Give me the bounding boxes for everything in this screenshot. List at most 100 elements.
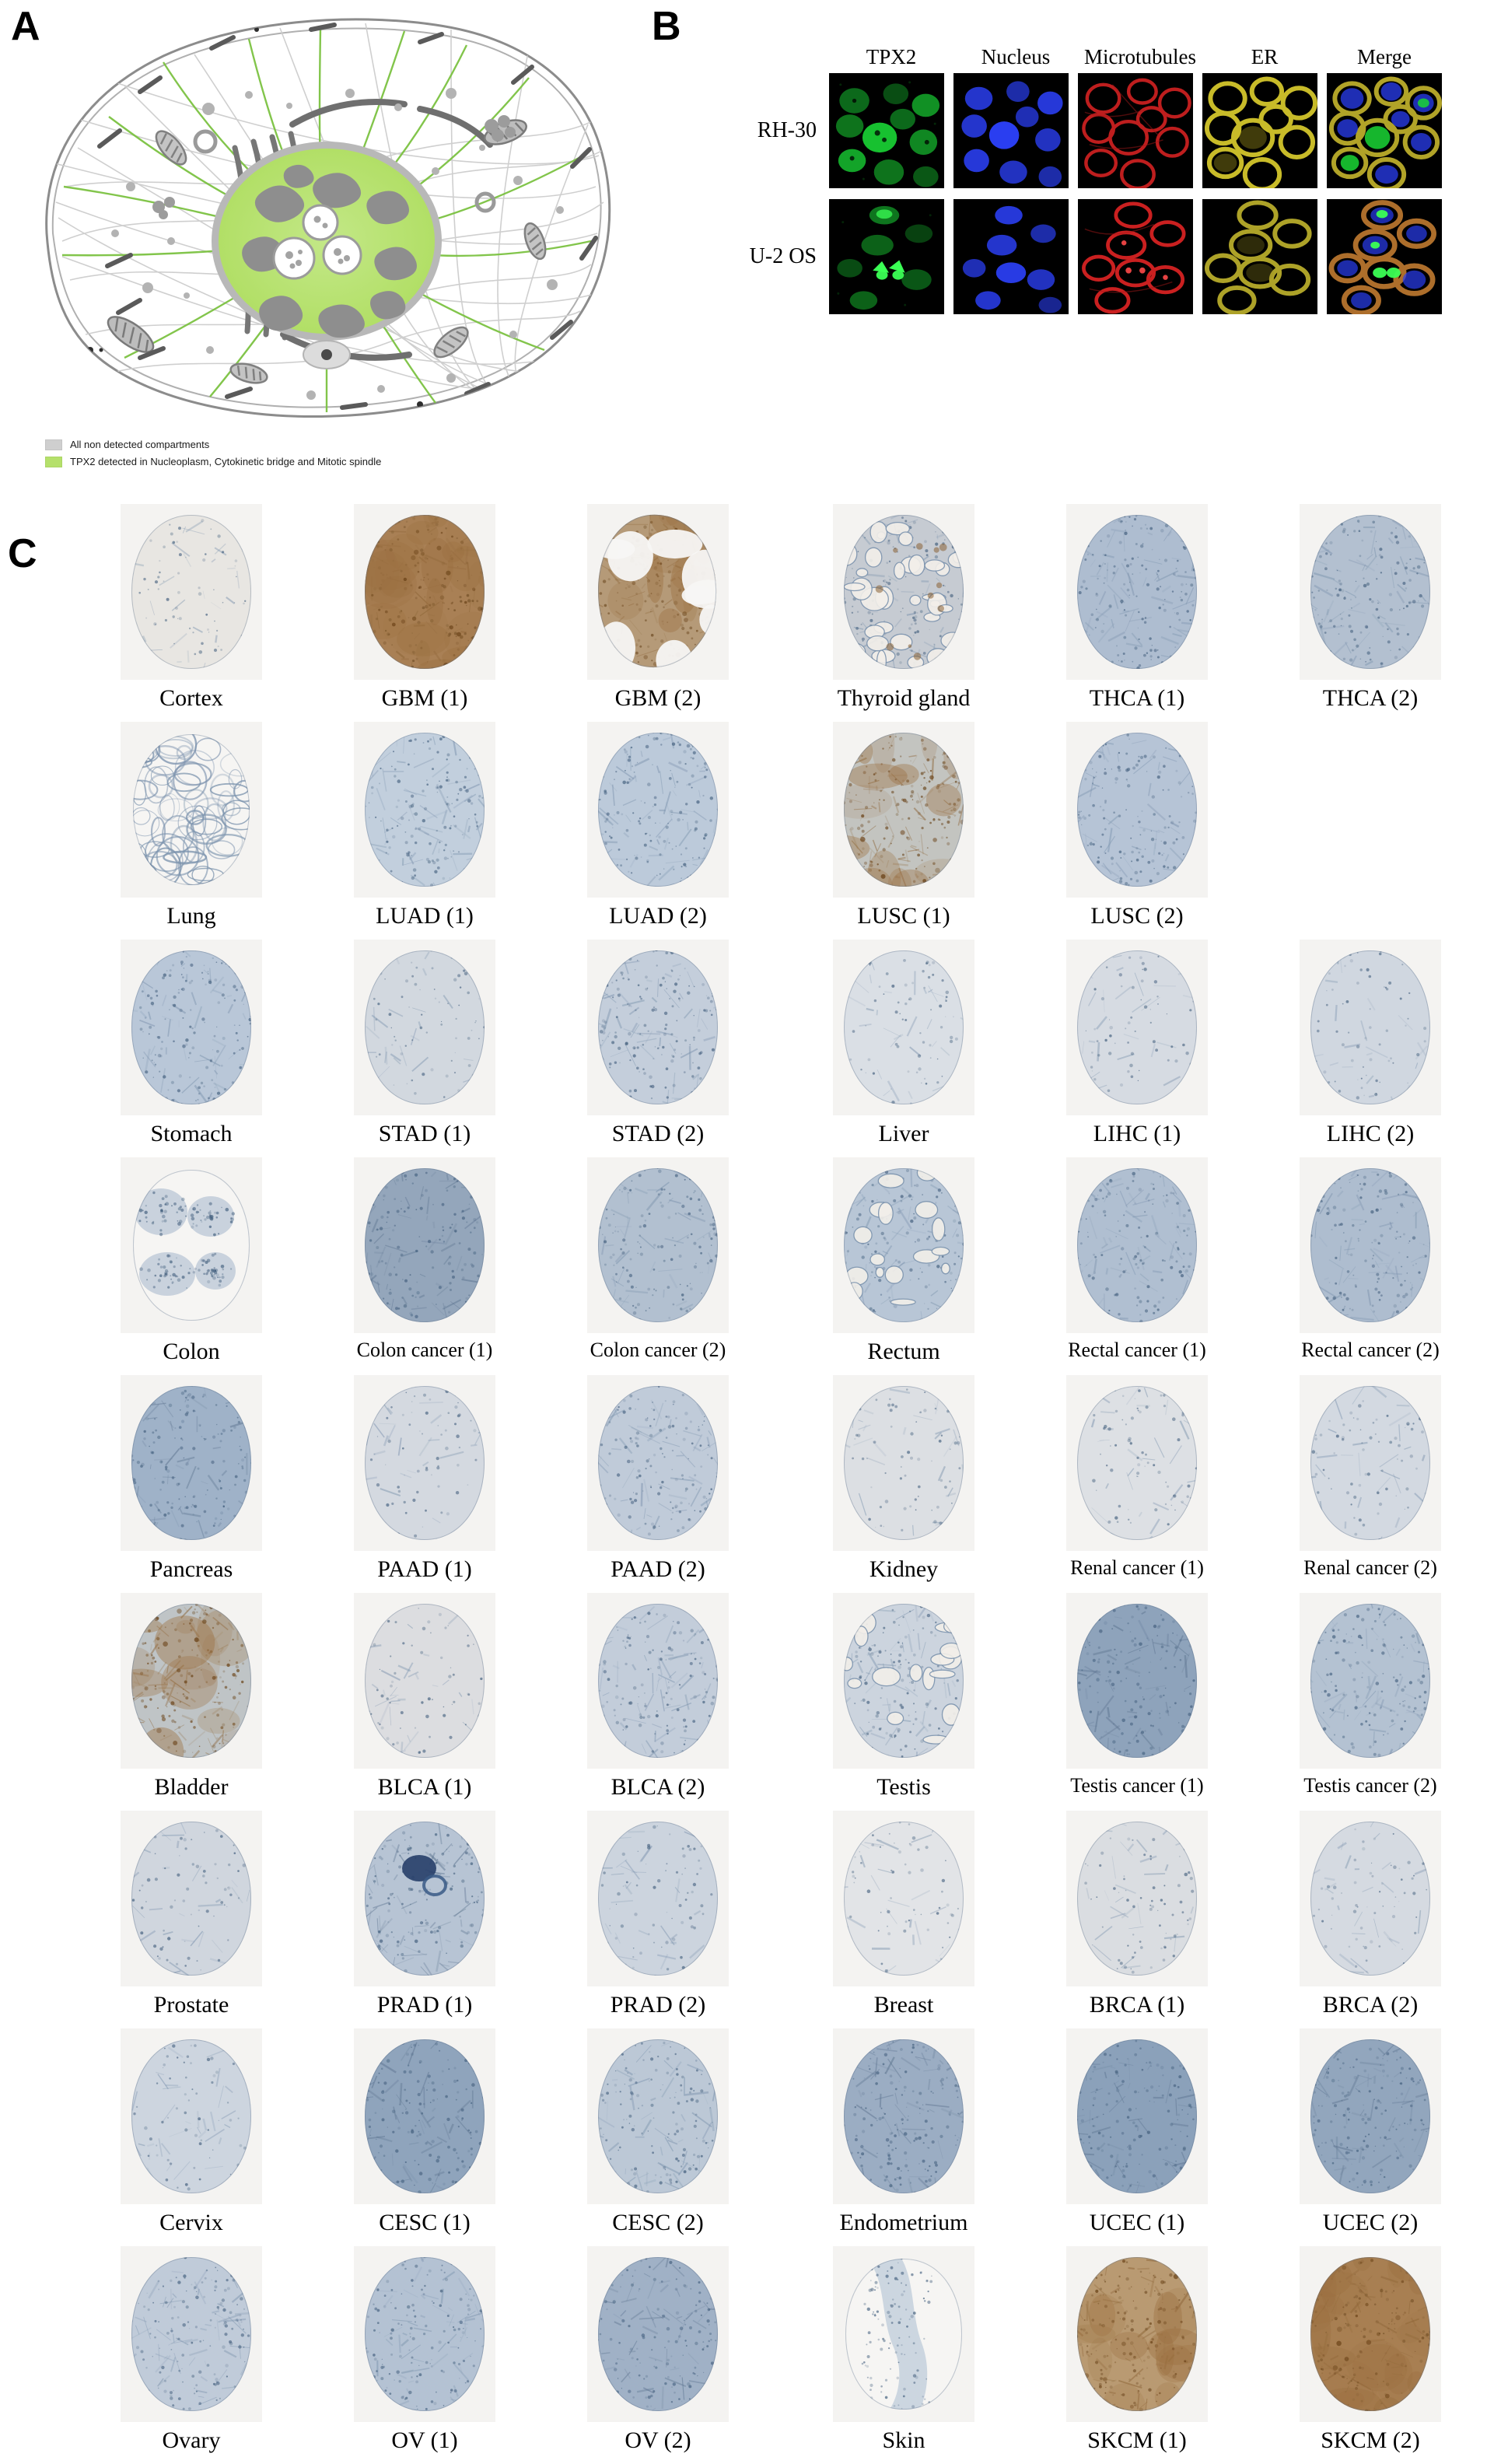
ihc-cell-brca-1: BRCA (1) (1020, 1811, 1254, 2017)
ihc-label-gbm-1: GBM (1) (381, 685, 468, 711)
ihc-label-cesc-2: CESC (2) (612, 2210, 704, 2235)
ihc-cell-thca-2: THCA (2) (1254, 504, 1487, 710)
ihc-label-liver: Liver (878, 1121, 929, 1146)
cell-diagram (16, 8, 638, 428)
ihc-image-lung (121, 722, 262, 898)
ihc-label-colon: Colon (163, 1339, 220, 1364)
ihc-cell-lung: Lung (75, 722, 308, 928)
ihc-cell-lusc-2: LUSC (2) (1020, 722, 1254, 928)
ihc-row: Cervix CESC (1) CESC (2) Endometrium UCEC (1… (75, 2028, 1508, 2246)
ihc-row: Cortex GBM (1) GBM (2) Thyroid gland THCA (1… (75, 504, 1508, 722)
ihc-cell-thyroid-gland: Thyroid gland (787, 504, 1020, 710)
ihc-cell-bladder: Bladder (75, 1593, 308, 1799)
ihc-image-stad-2 (587, 940, 729, 1115)
ihc-label-blca-2: BLCA (2) (611, 1774, 705, 1800)
ihc-image-prostate (121, 1811, 262, 1986)
if-row-rh30: RH-30 (737, 73, 1442, 188)
ihc-cell-skin: Skin (787, 2246, 1020, 2452)
if-col-header-er: ER (1251, 45, 1279, 68)
ihc-image-ov-1 (354, 2246, 495, 2422)
panel-b: B TPX2 Nucleus Microtubules ER Merge RH-… (652, 0, 1508, 451)
ihc-image-skin (833, 2246, 974, 2422)
ihc-image-stad-1 (354, 940, 495, 1115)
ihc-image-ucec-2 (1300, 2028, 1441, 2204)
ihc-label-thca-1: THCA (1) (1089, 685, 1185, 711)
ihc-label-paad-1: PAAD (1) (377, 1556, 472, 1582)
ihc-label-lusc-1: LUSC (1) (857, 903, 950, 929)
ihc-image-rectum (833, 1157, 974, 1333)
if-col-header-microtubules: Microtubules (1084, 45, 1196, 68)
legend-swatch-not-detected (45, 439, 62, 450)
ihc-label-renal-cancer-2: Renal cancer (2) (1303, 1556, 1437, 1579)
ihc-image-thyroid-gland (833, 504, 974, 680)
ihc-row: Colon Colon cancer (1) Colon cancer (2) Rec… (75, 1157, 1508, 1375)
ihc-cell-lihc-1: LIHC (1) (1020, 940, 1254, 1146)
ihc-cell-rectal-cancer-2: Rectal cancer (2) (1254, 1157, 1487, 1360)
ihc-label-ucec-2: UCEC (2) (1322, 2210, 1419, 2235)
ihc-cell-testis-cancer-2: Testis cancer (2) (1254, 1593, 1487, 1796)
if-col-header-nucleus: Nucleus (981, 45, 1051, 68)
ihc-label-testis: Testis (876, 1774, 931, 1800)
ihc-image-lusc-2 (1066, 722, 1208, 898)
panel-c-letter: C (8, 531, 37, 576)
ihc-cell-paad-2: PAAD (2) (541, 1375, 775, 1581)
ihc-label-thca-2: THCA (2) (1322, 685, 1419, 711)
ihc-label-stad-1: STAD (1) (378, 1121, 471, 1146)
ihc-label-cesc-1: CESC (1) (379, 2210, 471, 2235)
ihc-image-testis (833, 1593, 974, 1769)
ihc-image-cortex (121, 504, 262, 680)
if-row-label-rh30: RH-30 (757, 118, 817, 142)
ihc-cell-ovary: Ovary (75, 2246, 308, 2452)
ihc-cell-blca-2: BLCA (2) (541, 1593, 775, 1799)
ihc-label-skin: Skin (882, 2427, 925, 2453)
ihc-cell-lusc-1: LUSC (1) (787, 722, 1020, 928)
ihc-cell-luad-2: LUAD (2) (541, 722, 775, 928)
legend-item-detected: TPX2 detected in Nucleoplasm, Cytokineti… (45, 454, 590, 469)
ihc-row: Stomach STAD (1) STAD (2) Liver LIHC (1) LIHC… (75, 940, 1508, 1157)
ihc-image-luad-2 (587, 722, 729, 898)
panel-c: C Cortex GBM (1) GBM (2) Thyroid gland THCA … (0, 498, 1508, 2459)
ihc-cell-testis-cancer-1: Testis cancer (1) (1020, 1593, 1254, 1796)
ihc-image-colon-cancer-1 (354, 1157, 495, 1333)
ihc-cell-stomach: Stomach (75, 940, 308, 1146)
ihc-label-renal-cancer-1: Renal cancer (1) (1070, 1556, 1204, 1579)
ihc-image-skcm-1 (1066, 2246, 1208, 2422)
ihc-image-breast (833, 1811, 974, 1986)
ihc-label-rectal-cancer-2: Rectal cancer (2) (1301, 1339, 1440, 1361)
if-image-rh30-tpx2 (829, 73, 944, 188)
ihc-label-lusc-2: LUSC (2) (1090, 903, 1184, 929)
ihc-image-prad-2 (587, 1811, 729, 1986)
ihc-label-prad-2: PRAD (2) (610, 1992, 706, 2018)
if-column-headers: TPX2 Nucleus Microtubules ER Merge (829, 47, 1442, 73)
ihc-image-brca-2 (1300, 1811, 1441, 1986)
ihc-cell-cortex: Cortex (75, 504, 308, 710)
ihc-cell-thca-1: THCA (1) (1020, 504, 1254, 710)
ihc-label-lihc-1: LIHC (1) (1093, 1121, 1181, 1146)
ihc-label-ov-1: OV (1) (391, 2427, 458, 2453)
ihc-cell-ov-1: OV (1) (308, 2246, 541, 2452)
ihc-label-testis-cancer-1: Testis cancer (1) (1070, 1774, 1204, 1797)
if-col-header-tpx2: TPX2 (866, 45, 917, 68)
ihc-cell-gbm-2: GBM (2) (541, 504, 775, 710)
ihc-label-skcm-2: SKCM (2) (1321, 2427, 1420, 2453)
ihc-cell-cesc-2: CESC (2) (541, 2028, 775, 2235)
ihc-cell-skcm-2: SKCM (2) (1254, 2246, 1487, 2452)
ihc-cell-colon: Colon (75, 1157, 308, 1363)
if-col-header-merge: Merge (1357, 45, 1412, 68)
ihc-label-ucec-1: UCEC (1) (1089, 2210, 1185, 2235)
ihc-image-empty (1300, 722, 1441, 898)
ihc-image-bladder (121, 1593, 262, 1769)
ihc-cell-ov-2: OV (2) (541, 2246, 775, 2452)
if-image-rh30-er (1202, 73, 1317, 188)
ihc-cell-gbm-1: GBM (1) (308, 504, 541, 710)
ihc-cell-empty (1254, 722, 1487, 898)
ihc-cell-pancreas: Pancreas (75, 1375, 308, 1581)
if-image-u2os-er (1202, 199, 1317, 314)
ihc-label-endometrium: Endometrium (839, 2210, 968, 2235)
ihc-label-thyroid-gland: Thyroid gland (837, 685, 971, 711)
ihc-image-ucec-1 (1066, 2028, 1208, 2204)
ihc-label-colon-cancer-2: Colon cancer (2) (590, 1339, 726, 1361)
ihc-label-rectal-cancer-1: Rectal cancer (1) (1068, 1339, 1206, 1361)
ihc-label-brca-2: BRCA (2) (1322, 1992, 1419, 2018)
ihc-image-thca-1 (1066, 504, 1208, 680)
